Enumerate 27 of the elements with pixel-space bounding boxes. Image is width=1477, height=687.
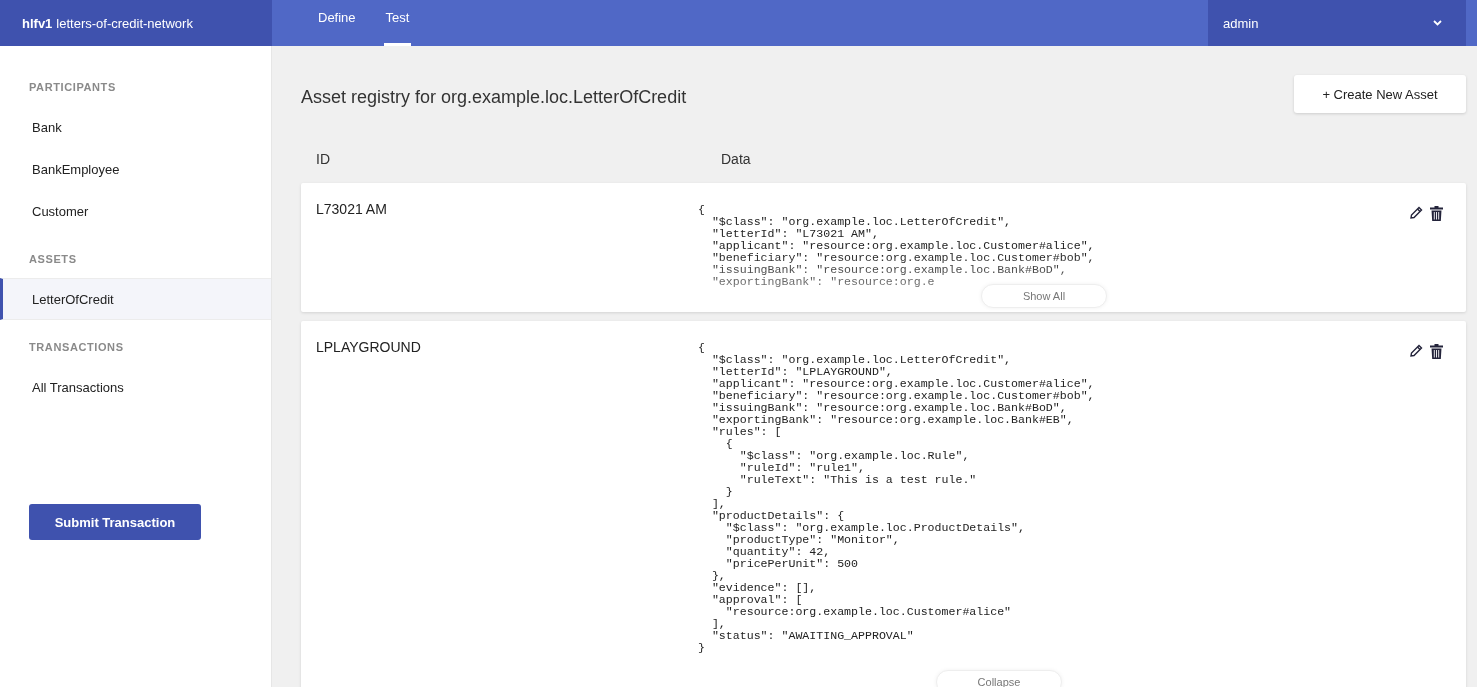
json-data: { "$class": "org.example.loc.LetterOfCredit", "letterId": "LPLAYGROUND", "applicant": "resource:org.example.loc.Customer#alice", "beneficiary": "resource:org.example.loc.Customer#bob", "issuingBank": "resource:org.example.loc.Bank#BoD", "exportingBank": "resource:org.example.loc.Bank#EB", "rules": [ { "$class": "org.example.loc.Rule", "ruleId": "rule1", "ruleText": "This is a test rule." } ], "productDetails": { "$class": "org.example.loc.ProductDetails", "productType": "Monitor", "quantity": 42, "pricePerUnit": 500 }, "evidence": [], "approval": [ "resource:org.example.loc.Customer#alice" ], "status": "AWAITING_APPROVAL" } <box>698 340 1095 654</box>
show-all-button[interactable]: Show All <box>981 284 1107 308</box>
pencil-icon[interactable] <box>1409 206 1423 220</box>
version-label: hlfv1 <box>22 15 53 31</box>
section-heading: TRANSACTIONS <box>28 340 125 355</box>
submit-transaction-button[interactable]: Submit Transaction <box>29 504 201 540</box>
page-title: Asset registry for org.example.loc.LetterOfCredit <box>301 85 687 108</box>
sidebar-item[interactable]: LetterOfCredit <box>0 278 271 320</box>
nav-tab[interactable]: Define <box>316 0 358 46</box>
asset-id: LPLAYGROUND <box>316 339 422 355</box>
sidebar-item[interactable]: Bank <box>0 106 271 148</box>
network-name: letters-of-credit-network <box>56 15 193 31</box>
sidebar-item[interactable]: Customer <box>0 190 271 232</box>
trash-icon[interactable] <box>1430 206 1443 221</box>
user-dropdown[interactable]: admin <box>1208 0 1466 46</box>
trash-icon[interactable] <box>1430 344 1443 359</box>
section-heading: PARTICIPANTS <box>28 80 117 95</box>
create-asset-button[interactable]: + Create New Asset <box>1294 75 1466 113</box>
section-heading: ASSETS <box>28 252 78 267</box>
nav-tab[interactable]: Test <box>383 0 412 46</box>
column-header: Data <box>720 151 752 169</box>
chevron-icon <box>1433 20 1442 26</box>
pencil-icon[interactable] <box>1409 344 1423 358</box>
asset-id: L73021 AM <box>316 201 388 217</box>
sidebar-item[interactable]: BankEmployee <box>0 148 271 190</box>
sidebar-item[interactable]: All Transactions <box>0 366 271 408</box>
column-header: ID <box>316 151 331 169</box>
